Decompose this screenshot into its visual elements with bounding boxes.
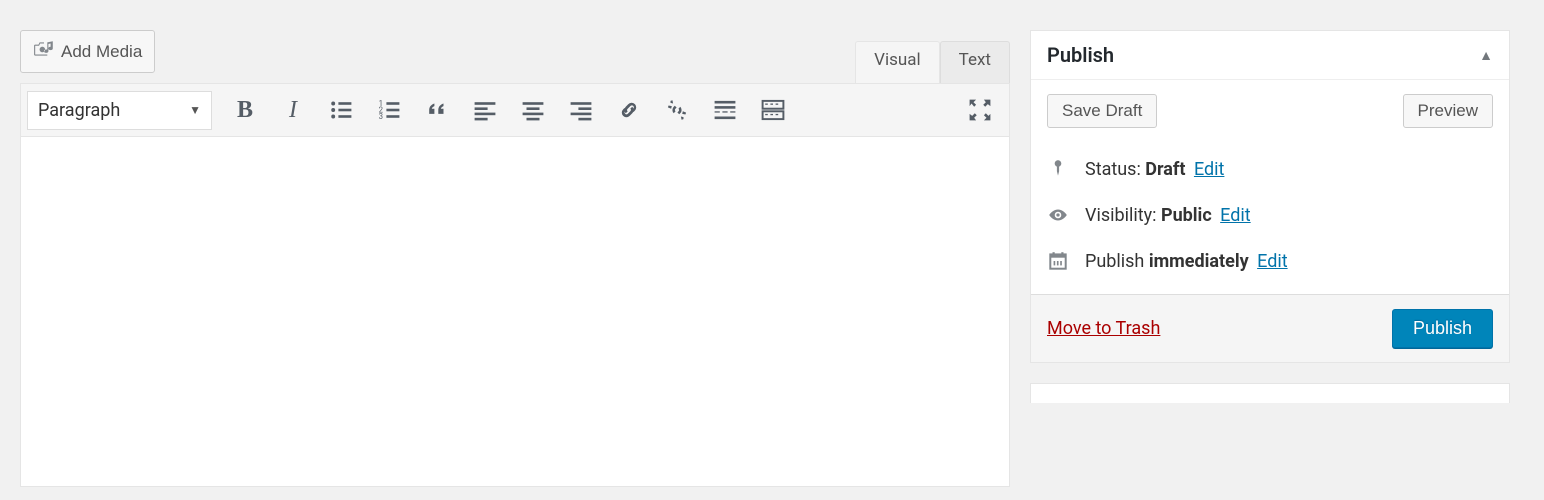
preview-button[interactable]: Preview (1403, 94, 1493, 128)
publish-actions: Move to Trash Publish (1031, 294, 1509, 362)
caret-down-icon: ▼ (189, 103, 201, 117)
unlink-icon (664, 97, 690, 123)
read-more-button[interactable] (702, 90, 748, 130)
italic-button[interactable]: I (270, 90, 316, 130)
save-draft-button[interactable]: Save Draft (1047, 94, 1157, 128)
sidebar-column: Publish ▲ Save Draft Preview Status: Dra… (1030, 30, 1510, 487)
format-select-label: Paragraph (38, 100, 120, 121)
format-select[interactable]: Paragraph ▼ (27, 91, 212, 130)
align-center-button[interactable] (510, 90, 556, 130)
eye-icon (1047, 204, 1069, 226)
visibility-value: Public (1161, 205, 1212, 226)
add-media-button[interactable]: Add Media (20, 30, 155, 73)
fullscreen-icon (967, 97, 993, 123)
schedule-row: Publish immediately Edit (1047, 238, 1493, 284)
visibility-row: Visibility: Public Edit (1047, 192, 1493, 238)
blockquote-button[interactable] (414, 90, 460, 130)
more-icon (712, 97, 738, 123)
fullscreen-button[interactable] (957, 90, 1003, 130)
align-left-button[interactable] (462, 90, 508, 130)
quote-icon (424, 97, 450, 123)
pin-icon (1047, 158, 1069, 180)
publish-box-body: Save Draft Preview Status: Draft Edit (1031, 80, 1509, 294)
italic-icon: I (289, 97, 297, 124)
schedule-value: immediately (1149, 251, 1249, 272)
unlink-button[interactable] (654, 90, 700, 130)
add-media-label: Add Media (61, 42, 142, 62)
link-button[interactable] (606, 90, 652, 130)
status-value: Draft (1145, 159, 1185, 180)
publish-box-header[interactable]: Publish ▲ (1031, 31, 1509, 80)
editor-column: Add Media Visual Text Paragraph ▼ B I 12… (20, 30, 1010, 487)
editor-tabs: Visual Text (20, 41, 1010, 83)
toolbar-toggle-button[interactable] (750, 90, 796, 130)
tab-visual[interactable]: Visual (855, 41, 939, 83)
next-box (1030, 383, 1510, 403)
link-icon (616, 97, 642, 123)
svg-text:3: 3 (379, 112, 383, 121)
edit-status-link[interactable]: Edit (1194, 159, 1224, 180)
editor-content-area[interactable] (20, 137, 1010, 487)
publish-button[interactable]: Publish (1392, 309, 1493, 348)
keyboard-icon (760, 97, 786, 123)
status-row: Status: Draft Edit (1047, 146, 1493, 192)
align-right-button[interactable] (558, 90, 604, 130)
schedule-label: Publish (1085, 251, 1149, 272)
list-ul-icon (328, 97, 354, 123)
align-left-icon (472, 97, 498, 123)
bold-icon: B (237, 97, 253, 124)
publish-box: Publish ▲ Save Draft Preview Status: Dra… (1030, 30, 1510, 363)
edit-schedule-link[interactable]: Edit (1257, 251, 1287, 272)
editor-toolbar: Paragraph ▼ B I 123 (20, 83, 1010, 137)
numbered-list-button[interactable]: 123 (366, 90, 412, 130)
chevron-up-icon: ▲ (1479, 47, 1493, 64)
align-center-icon (520, 97, 546, 123)
edit-visibility-link[interactable]: Edit (1220, 205, 1250, 226)
bulleted-list-button[interactable] (318, 90, 364, 130)
publish-box-title: Publish (1047, 43, 1114, 67)
visibility-label: Visibility: (1085, 205, 1161, 226)
status-label: Status: (1085, 159, 1145, 180)
list-ol-icon: 123 (376, 97, 402, 123)
camera-music-icon (33, 38, 55, 65)
tab-text[interactable]: Text (940, 41, 1010, 83)
bold-button[interactable]: B (222, 90, 268, 130)
calendar-icon (1047, 250, 1069, 272)
move-to-trash-link[interactable]: Move to Trash (1047, 318, 1160, 339)
align-right-icon (568, 97, 594, 123)
